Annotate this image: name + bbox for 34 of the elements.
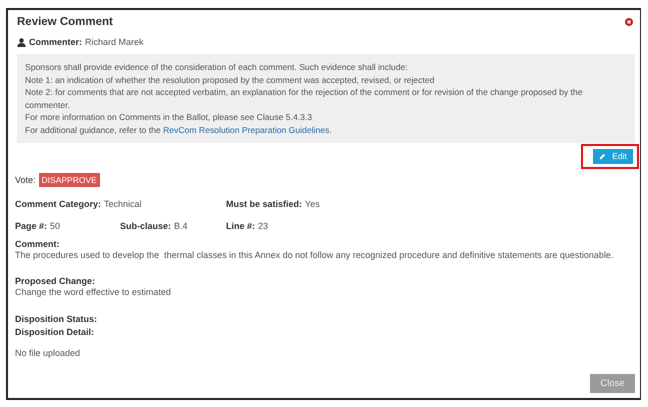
guidance-text: Note 1: an indication of whether the resolution proposed by the comment was accepted, revised, or rejected bbox=[25, 74, 436, 86]
attachment-status: No file uploaded bbox=[14, 348, 82, 358]
field-label: Line #: bbox=[226, 221, 256, 231]
field-label: Sub-clause: bbox=[120, 221, 172, 231]
disposition-label: Disposition Detail: bbox=[15, 326, 96, 338]
window-title: Review Comment bbox=[17, 16, 113, 28]
guidance-text: For additional guidance, refer to the bbox=[25, 124, 162, 134]
field-value: Technical bbox=[104, 199, 142, 209]
guidelines-link[interactable]: RevCom Resolution Preparation Guidelines bbox=[163, 124, 330, 134]
guidance-text: Note 2: for comments that are not accepted verbatim, an explanation for the rejection of the comment or for revision of the change proposed by the commenter. bbox=[25, 86, 584, 111]
guidance-text: For more information on Comments in the Ballot, please see Clause 5.4.3.3 bbox=[25, 111, 314, 124]
field-label: Page #: bbox=[15, 221, 48, 231]
disposition-label: Disposition Status: bbox=[15, 313, 98, 326]
field-value: Yes bbox=[305, 199, 320, 209]
proposed-change-text: Change the word effective to estimated bbox=[15, 287, 172, 298]
user-icon bbox=[17, 38, 26, 46]
close-button[interactable]: Close bbox=[590, 374, 635, 393]
vote-label: Vote: bbox=[15, 175, 36, 185]
comment-label: Comment: bbox=[15, 239, 60, 250]
field-value: 23 bbox=[258, 221, 268, 231]
edit-button[interactable]: Edit bbox=[593, 148, 633, 164]
period: . bbox=[329, 124, 332, 134]
field-value: 50 bbox=[50, 221, 60, 231]
field-value: B.4 bbox=[174, 221, 188, 231]
pencil-icon bbox=[599, 152, 606, 160]
guidance-text: Sponsors shall provide evidence of the consideration of each comment. Such evidence shall include: bbox=[25, 61, 409, 74]
field-label: Must be satisfied: bbox=[226, 199, 302, 209]
commenter-name: Richard Marek bbox=[85, 37, 144, 47]
vote-badge: DISAPPROVE bbox=[38, 173, 100, 187]
proposed-change-label: Proposed Change: bbox=[15, 276, 96, 287]
commenter-label: Commenter: bbox=[29, 37, 82, 47]
close-icon[interactable] bbox=[625, 18, 633, 26]
comment-text: The procedures used to develop the thermal classes in this Annex do not follow any recognized procedure and definitive statements are questionable. bbox=[15, 250, 614, 261]
field-label: Comment Category: bbox=[15, 199, 102, 209]
